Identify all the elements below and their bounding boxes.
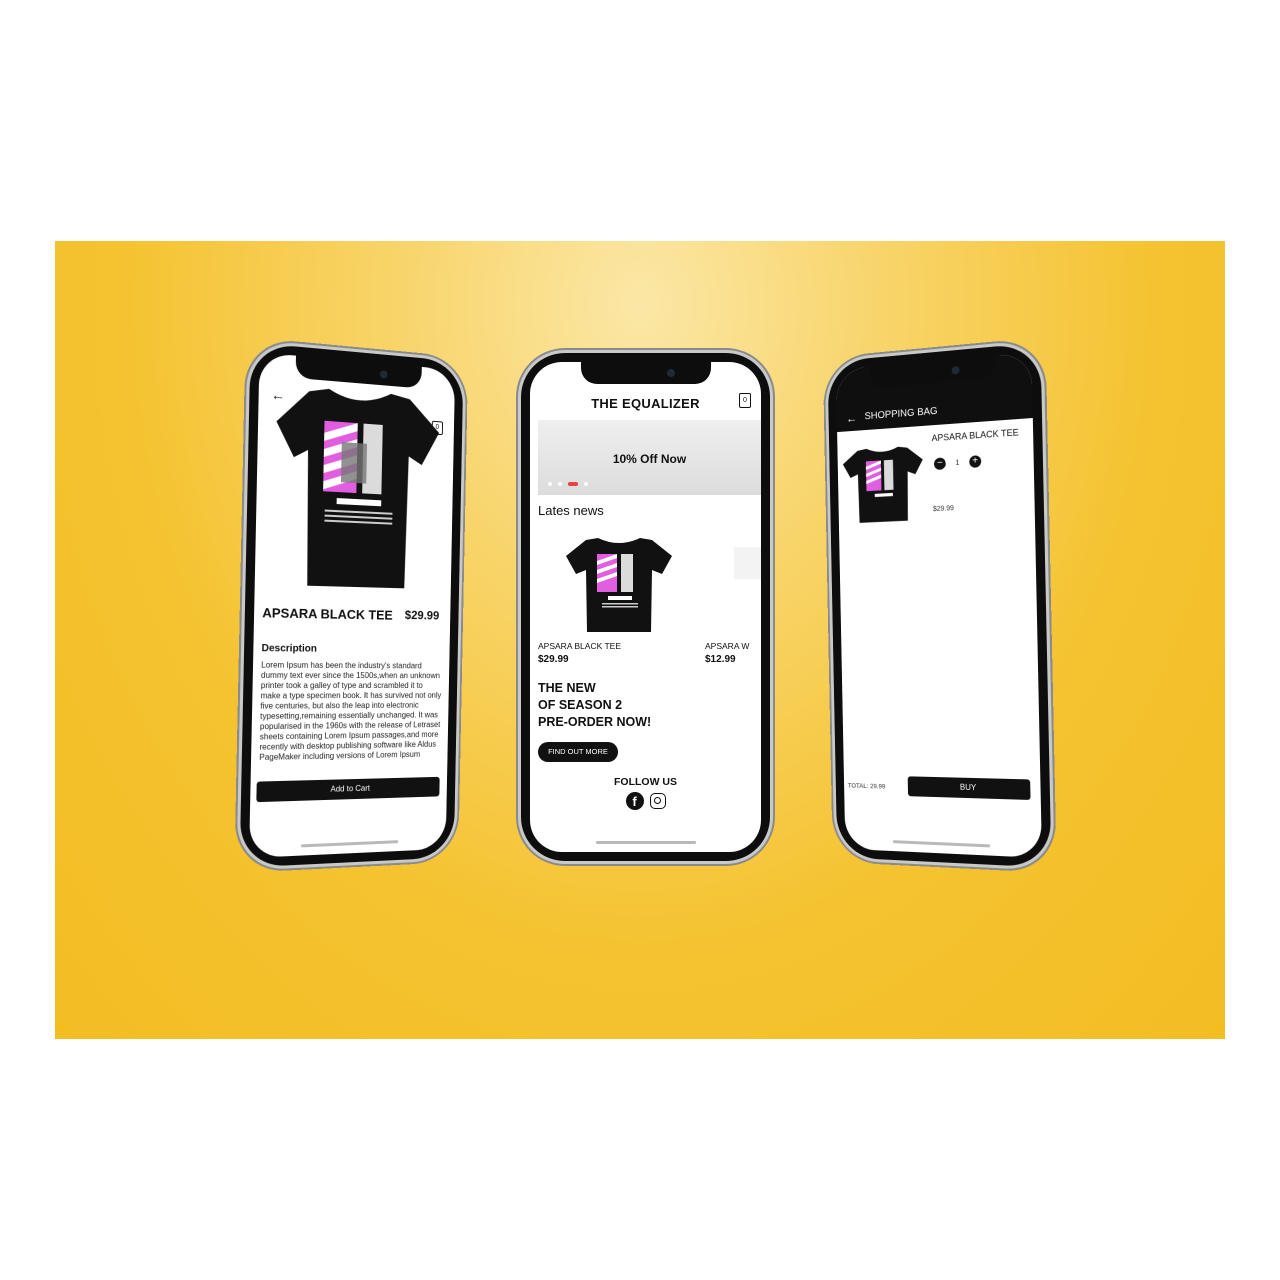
product-price: $12.99 (705, 654, 736, 665)
product-image-tshirt (269, 376, 444, 591)
add-to-cart-button[interactable]: Add to Cart (256, 777, 439, 802)
product-price: $29.99 (405, 608, 440, 622)
quantity-value: 1 (955, 459, 959, 466)
description-text: Lorem Ipsum has been the industry's stan… (259, 660, 442, 763)
bag-count: 0 (743, 397, 747, 404)
product-name[interactable]: APSARA W (705, 641, 749, 651)
promo-line: PRE-ORDER NOW! (538, 714, 651, 731)
phone-shopping-bag: ← SHOPPING BAG APSARA BLACK TEE − 1 + $2… (827, 342, 1051, 867)
quantity-stepper: − 1 + (934, 455, 981, 470)
camera (952, 366, 960, 375)
phone-product-detail: ← 0 APSARA BLACK TEE $29.99 Description … (240, 342, 464, 867)
decrease-quantity-button[interactable]: − (934, 457, 946, 470)
carousel-dots (548, 482, 588, 486)
bag-item-name: APSARA BLACK TEE (931, 427, 1018, 443)
product-name[interactable]: APSARA BLACK TEE (538, 641, 621, 651)
increase-quantity-button[interactable]: + (969, 455, 981, 468)
facebook-icon[interactable]: f (626, 792, 644, 810)
instagram-icon[interactable] (650, 793, 666, 809)
app-title: THE EQUALIZER (530, 396, 761, 411)
phone-home: THE EQUALIZER 0 10% Off Now Lates news A… (521, 353, 770, 861)
promo-line: OF SEASON 2 (538, 697, 651, 714)
product-title: APSARA BLACK TEE (262, 605, 393, 623)
find-out-more-button[interactable]: FIND OUT MORE (538, 742, 618, 762)
promo-banner-carousel[interactable]: 10% Off Now (538, 420, 761, 495)
buy-button[interactable]: BUY (908, 776, 1031, 800)
home-indicator[interactable] (301, 840, 398, 847)
camera (667, 369, 675, 377)
product-detail-screen: ← 0 APSARA BLACK TEE $29.99 Description … (249, 352, 455, 858)
bag-total: TOTAL: 29.99 (848, 783, 886, 791)
follow-us-heading: FOLLOW US (530, 776, 761, 788)
home-indicator[interactable] (893, 840, 990, 847)
bag-title: SHOPPING BAG (864, 406, 937, 422)
shopping-bag-screen: ← SHOPPING BAG APSARA BLACK TEE − 1 + $2… (836, 352, 1042, 858)
social-links: f (530, 792, 761, 810)
product-card-image-partial[interactable] (734, 547, 761, 579)
promo-line: THE NEW (538, 680, 651, 697)
carousel-dot[interactable] (558, 482, 562, 486)
description-heading: Description (261, 643, 317, 655)
bag-item-image (841, 438, 926, 529)
camera (380, 370, 388, 379)
banner-text: 10% Off Now (538, 452, 761, 466)
season-promo-text: THE NEW OF SEASON 2 PRE-ORDER NOW! (538, 680, 651, 731)
carousel-dot-active[interactable] (568, 482, 578, 486)
product-price: $29.99 (538, 654, 569, 665)
home-screen: THE EQUALIZER 0 10% Off Now Lates news A… (530, 362, 761, 852)
product-card-image[interactable] (564, 534, 674, 634)
home-indicator[interactable] (596, 841, 696, 844)
bag-item-price: $29.99 (933, 505, 954, 513)
arrow-left-icon[interactable]: ← (846, 411, 857, 425)
notch (581, 362, 711, 384)
shopping-bag-icon[interactable]: 0 (739, 393, 751, 408)
carousel-dot[interactable] (584, 482, 588, 486)
carousel-dot[interactable] (548, 482, 552, 486)
news-heading: Lates news (538, 503, 604, 518)
